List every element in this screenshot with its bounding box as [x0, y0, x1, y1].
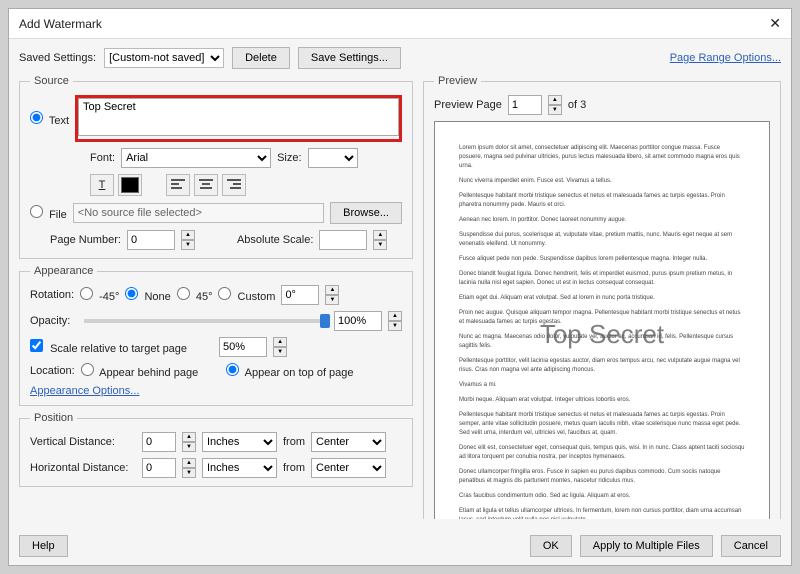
dialog-title: Add Watermark [19, 17, 102, 31]
font-select[interactable]: Arial [121, 148, 271, 168]
watermark-text-highlight: Top Secret [75, 95, 402, 142]
source-fieldset: Source Text Top Secret Font: Arial Size: [19, 75, 413, 259]
saved-settings-label: Saved Settings: [19, 52, 96, 64]
save-settings-button[interactable]: Save Settings... [298, 47, 401, 69]
preview-page-input[interactable] [508, 95, 542, 115]
opacity-spinner[interactable]: ▲▼ [388, 311, 402, 331]
cancel-button[interactable]: Cancel [721, 535, 781, 557]
opacity-label: Opacity: [30, 315, 78, 327]
rotation-none-radio[interactable]: None [125, 287, 170, 303]
vertical-distance-input[interactable] [142, 432, 176, 452]
position-legend: Position [30, 412, 77, 424]
preview-of-label: of 3 [568, 99, 586, 111]
scale-relative-spinner[interactable]: ▲▼ [273, 337, 287, 357]
appearance-options-link[interactable]: Appearance Options... [30, 385, 139, 397]
align-left-icon[interactable] [166, 174, 190, 196]
vertical-from-select[interactable]: Center [311, 432, 386, 452]
watermark-preview-text: Top Secret [435, 319, 769, 350]
vertical-distance-label: Vertical Distance: [30, 436, 136, 448]
align-right-icon[interactable] [222, 174, 246, 196]
page-number-spinner[interactable]: ▲▼ [181, 230, 195, 250]
size-select[interactable] [308, 148, 358, 168]
align-center-icon[interactable] [194, 174, 218, 196]
rotation-spinner[interactable]: ▲▼ [325, 285, 339, 305]
scale-relative-input[interactable] [219, 337, 267, 357]
rotation-45-radio[interactable]: 45° [177, 287, 213, 303]
close-icon[interactable]: ✕ [769, 15, 781, 32]
rotation-label: Rotation: [30, 289, 74, 301]
location-top-radio[interactable]: Appear on top of page [226, 363, 353, 379]
page-number-input[interactable] [127, 230, 175, 250]
text-radio[interactable]: Text [30, 111, 69, 127]
footer: Help OK Apply to Multiple Files Cancel [9, 527, 791, 565]
rotation-neg45-radio[interactable]: -45° [80, 287, 119, 303]
page-number-label: Page Number: [50, 234, 121, 246]
page-range-options-link[interactable]: Page Range Options... [670, 52, 781, 64]
help-button[interactable]: Help [19, 535, 68, 557]
horizontal-from-select[interactable]: Center [311, 458, 386, 478]
horizontal-distance-spinner[interactable]: ▲▼ [182, 458, 196, 478]
opacity-slider[interactable] [84, 319, 328, 323]
horizontal-unit-select[interactable]: Inches [202, 458, 277, 478]
rotation-value-input[interactable] [281, 285, 319, 305]
preview-page-spinner[interactable]: ▲▼ [548, 95, 562, 115]
preview-page-label: Preview Page [434, 99, 502, 111]
titlebar: Add Watermark ✕ [9, 9, 791, 39]
delete-button[interactable]: Delete [232, 47, 290, 69]
absolute-scale-spinner[interactable]: ▲▼ [373, 230, 387, 250]
ok-button[interactable]: OK [530, 535, 572, 557]
preview-legend: Preview [434, 75, 481, 87]
horizontal-from-label: from [283, 462, 305, 474]
color-picker[interactable] [118, 174, 142, 196]
opacity-input[interactable] [334, 311, 382, 331]
rotation-custom-radio[interactable]: Custom [218, 287, 275, 303]
vertical-unit-select[interactable]: Inches [202, 432, 277, 452]
appearance-legend: Appearance [30, 265, 97, 277]
watermark-text-input[interactable]: Top Secret [78, 98, 399, 136]
apply-multiple-button[interactable]: Apply to Multiple Files [580, 535, 713, 557]
absolute-scale-label: Absolute Scale: [237, 234, 313, 246]
font-label: Font: [90, 152, 115, 164]
preview-fieldset: Preview Preview Page ▲▼ of 3 Lorem ipsum… [423, 75, 781, 519]
location-label: Location: [30, 365, 75, 377]
source-legend: Source [30, 75, 73, 87]
saved-settings-row: Saved Settings: [Custom-not saved] Delet… [19, 47, 781, 69]
scale-relative-checkbox[interactable]: Scale relative to target page [30, 339, 187, 355]
underline-icon[interactable]: T [90, 174, 114, 196]
file-radio[interactable]: File [30, 205, 67, 221]
size-label: Size: [277, 152, 301, 164]
file-path-input [73, 203, 324, 223]
appearance-fieldset: Appearance Rotation: -45° None 45° Custo… [19, 265, 413, 406]
saved-settings-select[interactable]: [Custom-not saved] [104, 48, 224, 68]
horizontal-distance-input[interactable] [142, 458, 176, 478]
add-watermark-dialog: Add Watermark ✕ Saved Settings: [Custom-… [8, 8, 792, 566]
position-fieldset: Position Vertical Distance: ▲▼ Inches fr… [19, 412, 413, 487]
horizontal-distance-label: Horizontal Distance: [30, 462, 136, 474]
vertical-distance-spinner[interactable]: ▲▼ [182, 432, 196, 452]
preview-canvas: Lorem ipsum dolor sit amet, consectetuer… [434, 121, 770, 519]
absolute-scale-input[interactable] [319, 230, 367, 250]
browse-button[interactable]: Browse... [330, 202, 402, 224]
location-behind-radio[interactable]: Appear behind page [81, 363, 199, 379]
vertical-from-label: from [283, 436, 305, 448]
